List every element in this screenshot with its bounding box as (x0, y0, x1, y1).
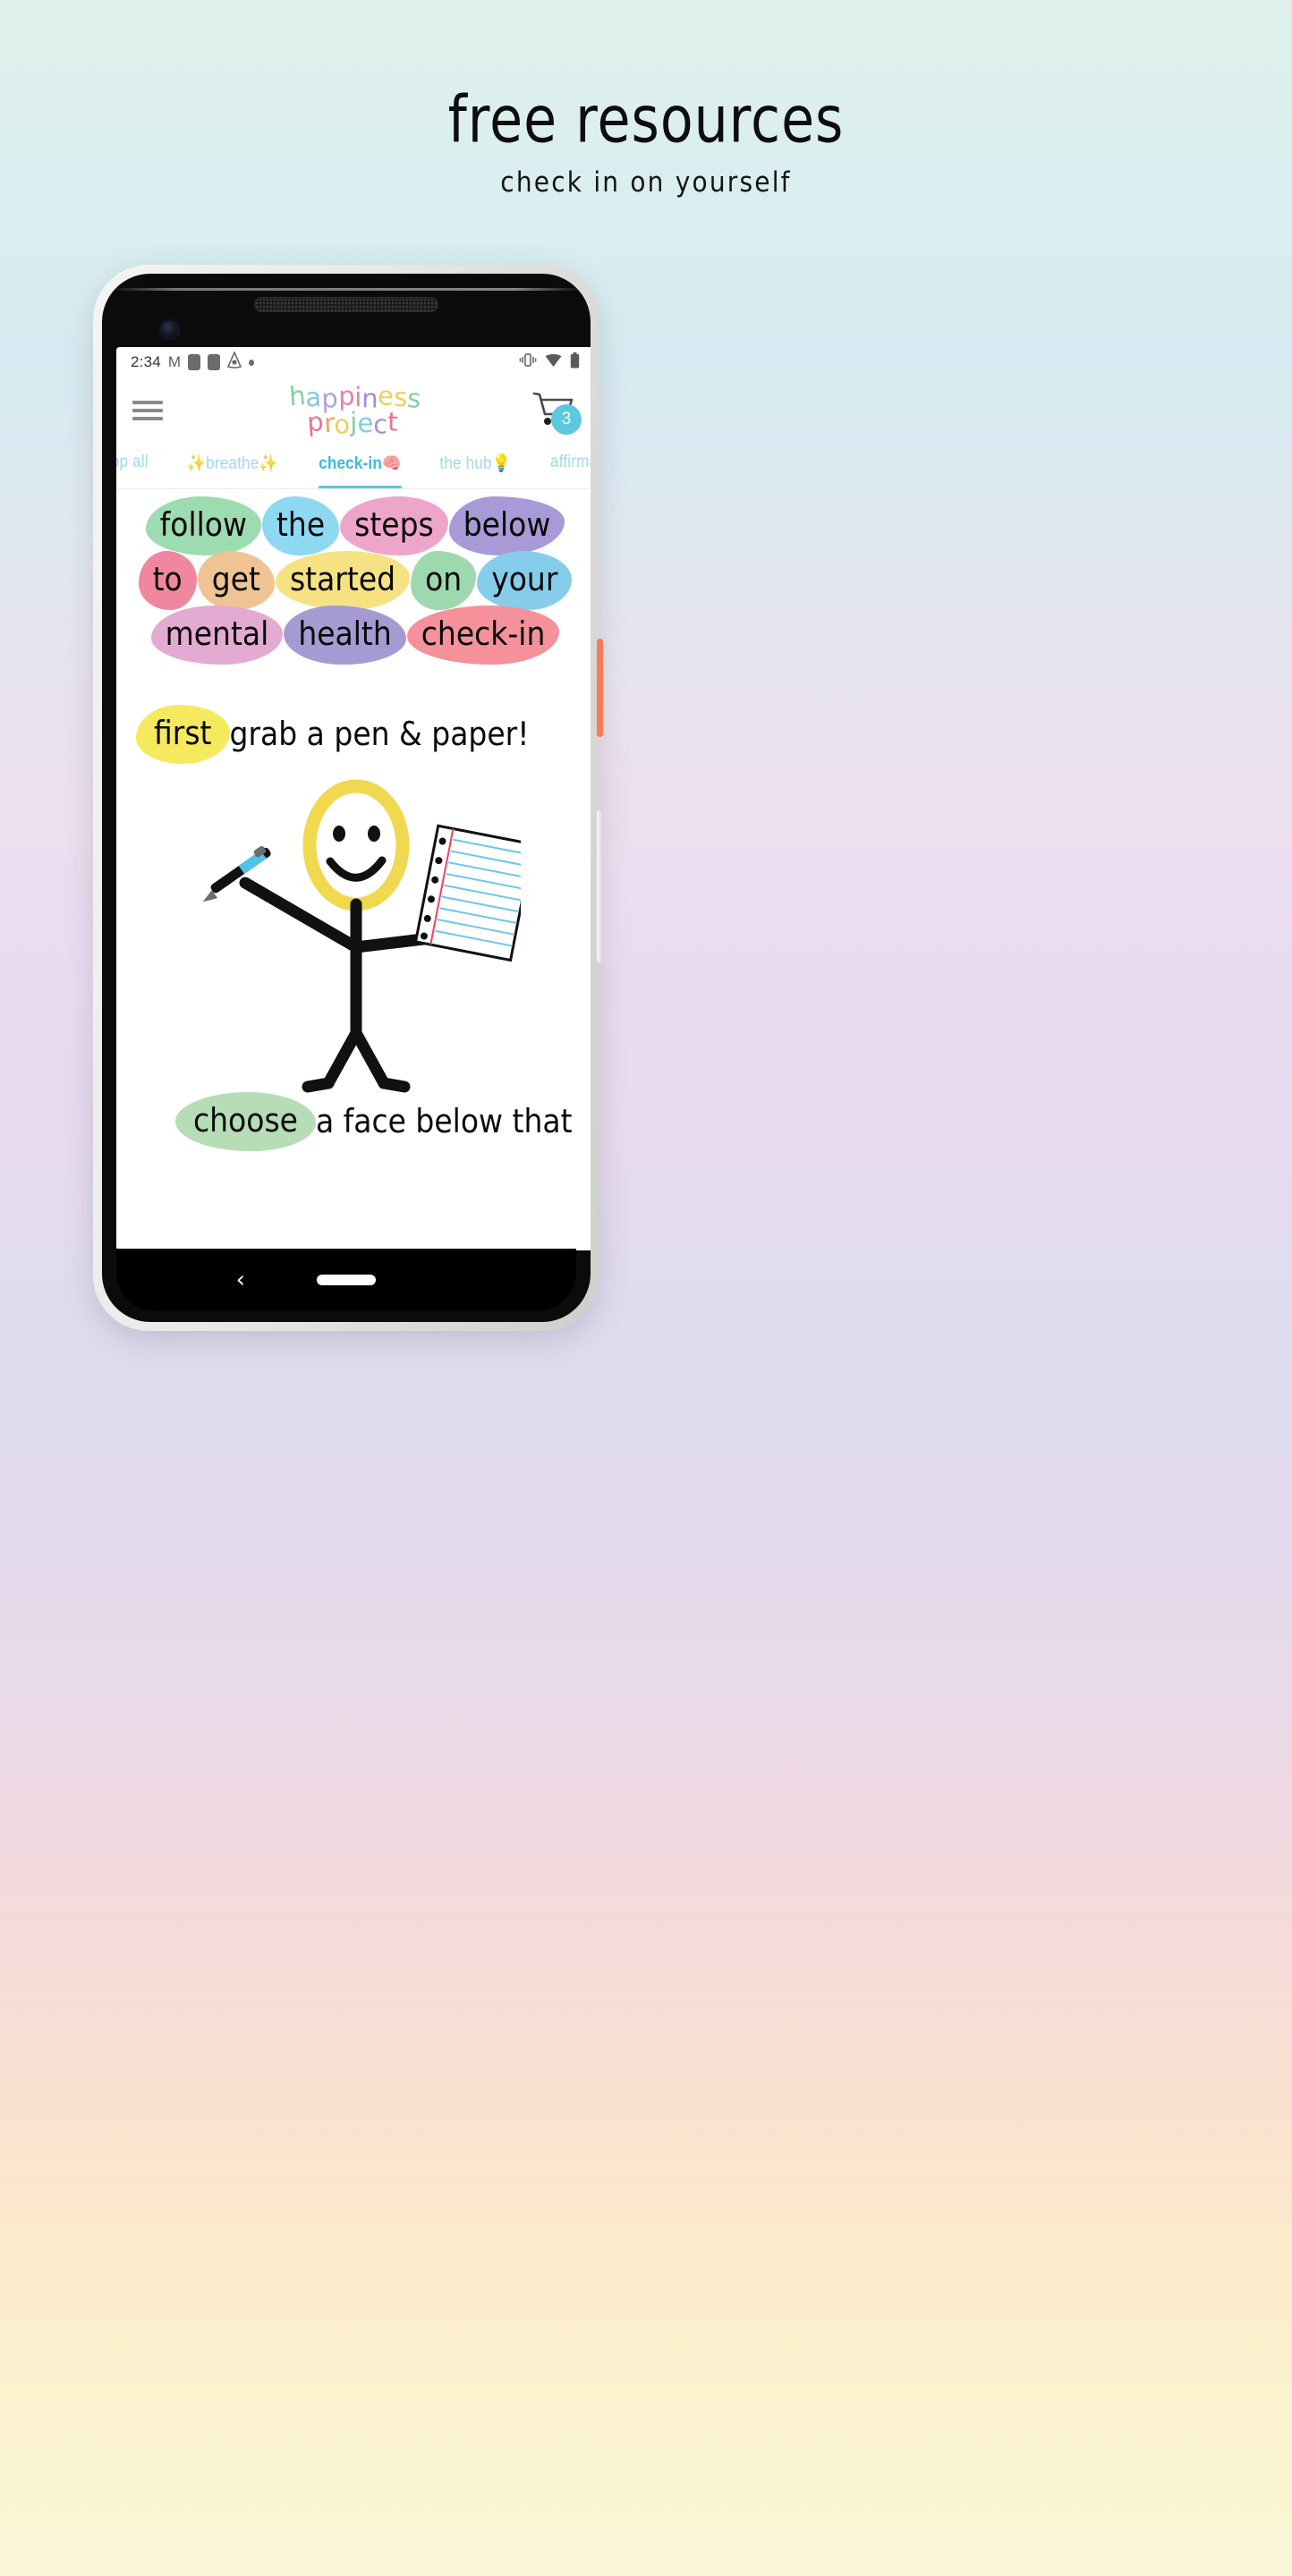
logo-letter: e (378, 380, 395, 412)
headline-word: check-in (406, 606, 560, 665)
hamburger-bar (132, 417, 163, 420)
headline-line-1: follow the steps below (129, 496, 582, 556)
tab-breathe[interactable]: ✨breathe✨ (187, 453, 278, 488)
back-chevron-icon[interactable]: ‹ (236, 1268, 245, 1292)
headline-line-2: to get started on your (129, 551, 582, 611)
tab-shopall[interactable]: shop all (116, 453, 149, 487)
hamburger-menu-icon[interactable] (132, 396, 163, 425)
page-subtitle: check in on yourself (500, 165, 792, 199)
logo-letter: p (306, 405, 325, 438)
headline-word: mental (150, 606, 284, 665)
page-title: free resources (447, 81, 845, 158)
page-header: free resources check in on yourself (0, 81, 1292, 199)
power-button[interactable] (597, 639, 603, 737)
step-highlight-first: first (136, 705, 230, 765)
drive-triangle-icon (226, 351, 242, 373)
logo-letter: s (406, 383, 422, 415)
headline-word: your (477, 551, 573, 611)
step-highlight-choose: choose (175, 1092, 316, 1152)
tab-check-in[interactable]: check-in🧠 (318, 453, 401, 488)
headline-line-3: mental health check-in (129, 606, 582, 665)
step-text-first: grab a pen & paper! (229, 715, 530, 753)
page-content: follow the steps below to get started on your m… (116, 489, 591, 1152)
headline-word: on (411, 551, 477, 611)
logo-letter: o (334, 409, 352, 440)
hamburger-bar (132, 409, 163, 412)
logo-letter: p (337, 380, 355, 412)
logo-letter: e (357, 408, 374, 438)
logo-letter: h (288, 380, 307, 412)
status-bar-right (519, 352, 580, 373)
bezel-highlight (111, 288, 582, 291)
illustration-stick-figure (129, 768, 582, 1099)
headline-word: get (197, 551, 275, 611)
site-logo[interactable]: happiness project (288, 380, 422, 439)
step-first: first grab a pen & paper! (129, 705, 582, 765)
headline-word: health (284, 606, 406, 665)
logo-letter: c (373, 409, 388, 440)
logo-letter: j (350, 406, 358, 437)
android-navigation-bar: ‹ (116, 1249, 576, 1311)
status-time: 2:34 (131, 353, 161, 370)
cart-button[interactable]: 3 (531, 390, 582, 435)
logo-line-2: project (284, 405, 421, 440)
tab-thehub[interactable]: the hub💡 (440, 453, 512, 488)
dot-icon (249, 359, 255, 366)
earpiece-speaker-icon (254, 297, 438, 312)
status-bar-left: 2:34 M (131, 351, 255, 373)
wifi-icon (545, 353, 562, 372)
home-pill-icon[interactable] (317, 1275, 376, 1285)
app-square-icon (188, 354, 201, 370)
headline-word: to (138, 551, 197, 611)
headline-word: the (261, 496, 340, 556)
battery-icon (570, 352, 580, 373)
hamburger-bar (132, 401, 163, 404)
cart-count-badge: 3 (551, 404, 582, 435)
vibrate-icon (519, 352, 537, 372)
nav-tabs-scroller[interactable]: shop all ✨breathe✨ check-in🧠 the hub💡 affirm… (116, 444, 591, 489)
front-camera-icon (161, 321, 178, 338)
phone-screen: 2:34 M happiness project 3 p all ✨breath… (116, 347, 591, 1250)
headline-word: below (448, 496, 565, 556)
nav-tabs: shop all ✨breathe✨ check-in🧠 the hub💡 affirm… (116, 444, 591, 488)
app-bar: happiness project 3 (116, 377, 591, 444)
headline-word: started (275, 551, 411, 611)
app-square-icon (208, 354, 221, 370)
step-text-choose: a face below that (315, 1102, 573, 1140)
status-bar: 2:34 M (116, 347, 591, 377)
headline-word: follow (145, 496, 261, 556)
phone-device-mockup: 2:34 M happiness project 3 p all ✨breath… (93, 265, 603, 1331)
logo-letter: t (387, 406, 399, 437)
phone-bezel: 2:34 M happiness project 3 p all ✨breath… (102, 274, 591, 1322)
volume-rocker-button[interactable] (597, 810, 602, 962)
headline-word: steps (340, 496, 448, 556)
tab-affirmations[interactable]: affirmations (550, 453, 591, 487)
stick-figure-with-pen-and-paper-icon (202, 779, 521, 1093)
gmail-icon: M (167, 353, 182, 370)
step-choose: choose a face below that (129, 1092, 582, 1152)
